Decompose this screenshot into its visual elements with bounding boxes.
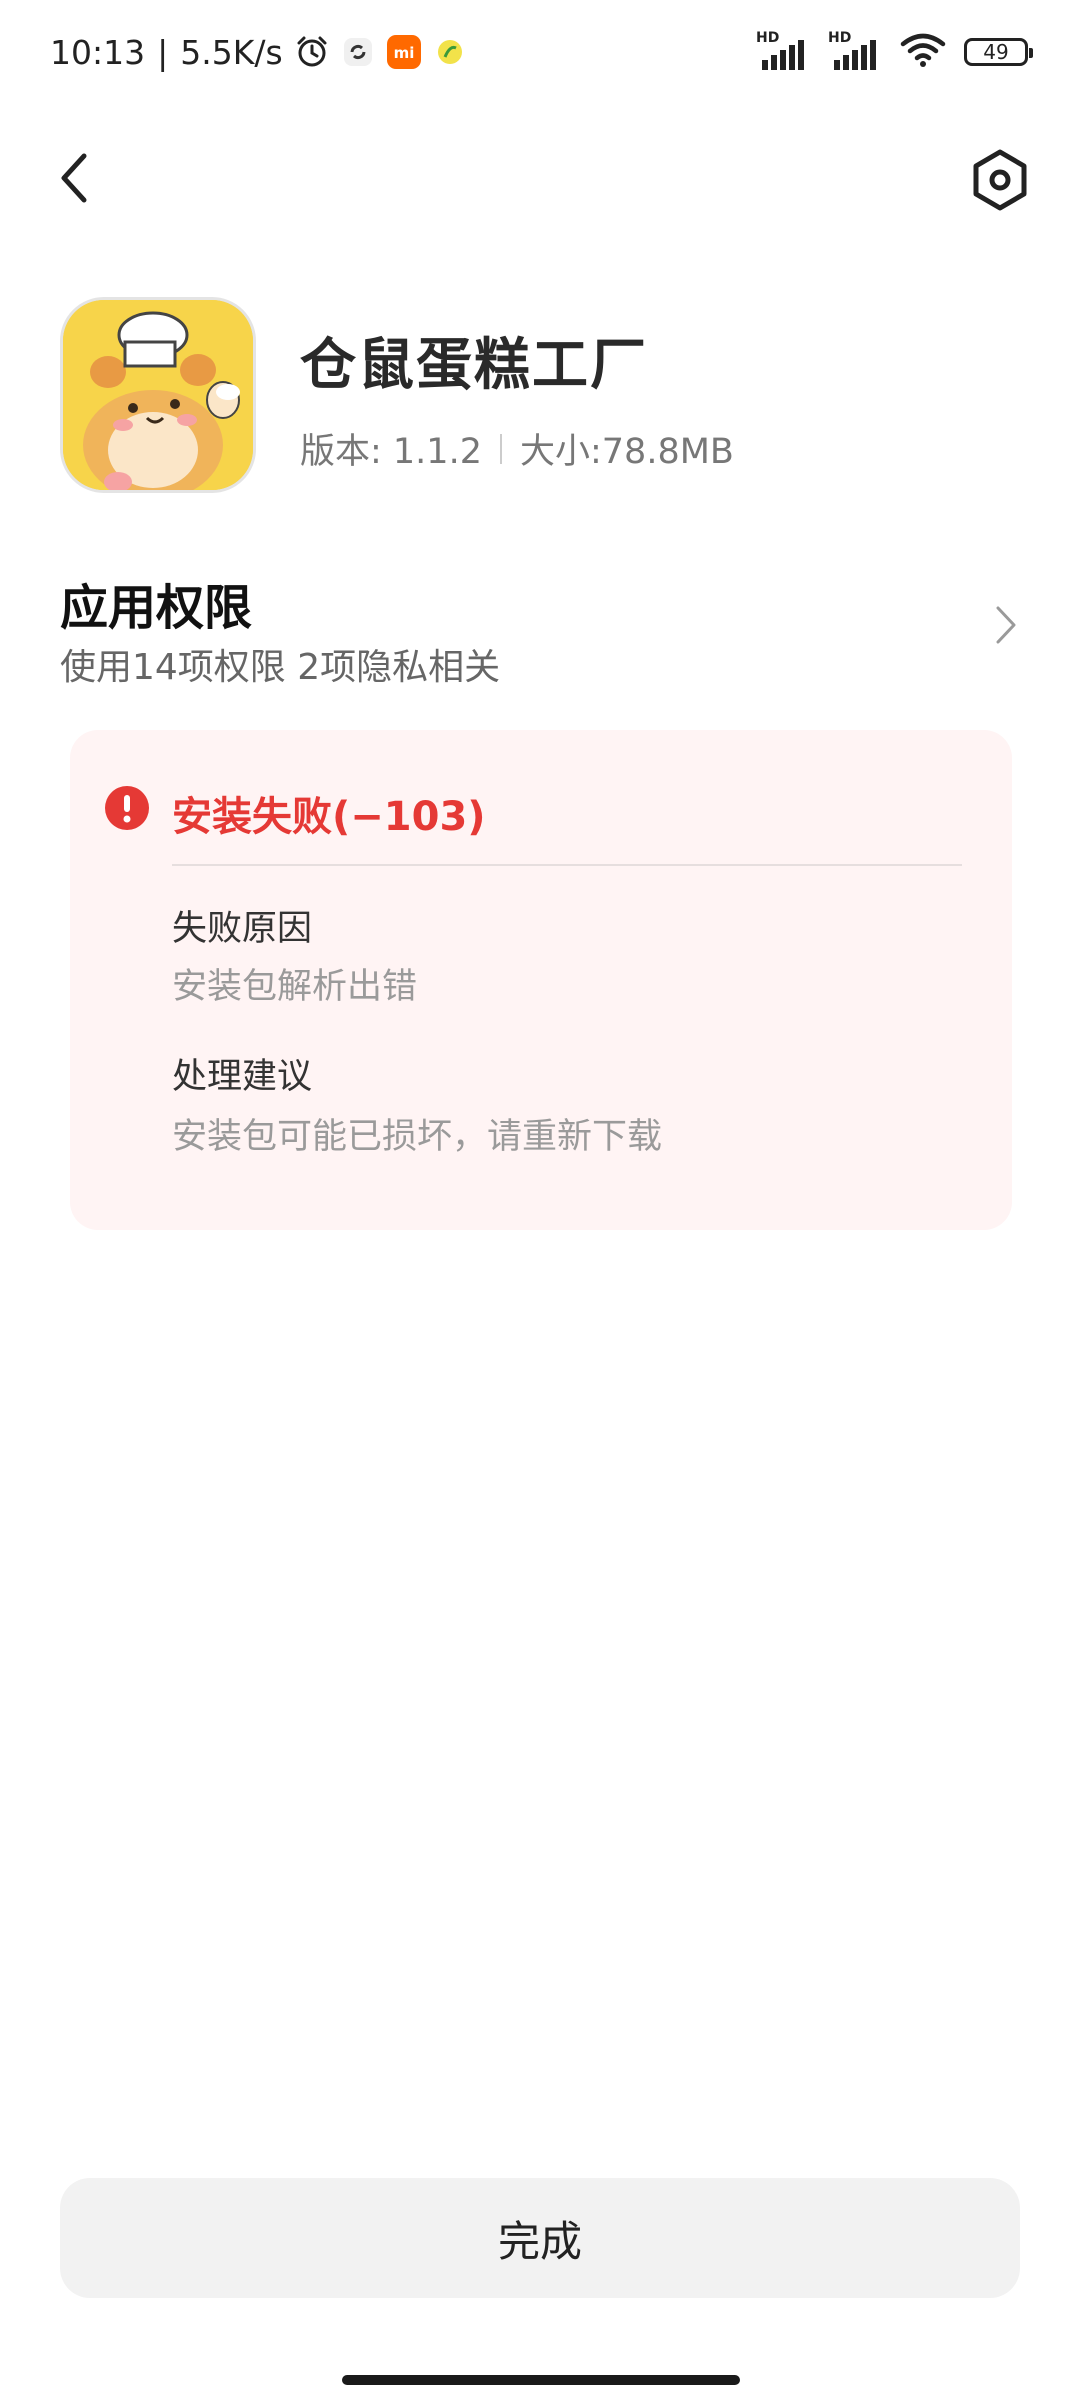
back-button[interactable] (50, 148, 100, 208)
app-name: 仓鼠蛋糕工厂 (300, 333, 648, 398)
done-button-label: 完成 (497, 2216, 582, 2266)
wifi-icon (900, 32, 946, 72)
status-separator: | (157, 32, 169, 72)
suggestion-value: 安装包可能已损坏，请重新下载 (172, 1117, 663, 1157)
hamster-chef-app-icon (60, 297, 256, 493)
permissions-summary: 使用14项权限 2项隐私相关 (60, 647, 501, 688)
error-icon (104, 785, 150, 831)
home-indicator[interactable] (342, 2375, 740, 2385)
app-size: 大小:78.8MB (519, 432, 734, 472)
chevron-left-icon (61, 153, 87, 203)
signal-icon: HD (828, 30, 882, 72)
battery-level: 49 (983, 40, 1009, 64)
settings-button[interactable] (970, 148, 1030, 212)
app-meta: 版本: 1.1.2 大小:78.8MB (300, 423, 734, 474)
error-title: 安装失败(−103) (172, 794, 486, 840)
failure-reason-label: 失败原因 (172, 909, 313, 949)
permissions-title: 应用权限 (60, 580, 253, 636)
chevron-right-icon (990, 600, 1020, 650)
status-bar-right: HD HD 49 (756, 28, 1033, 76)
signal-icon: HD (756, 30, 810, 72)
hexagon-settings-icon (973, 149, 1027, 211)
mi-app-icon: mi (386, 35, 421, 69)
failure-reason-value: 安装包解析出错 (172, 967, 418, 1007)
network-speed: 5.5K/s (180, 32, 283, 72)
sync-icon (341, 35, 375, 69)
mi-badge-text: mi (393, 44, 414, 62)
app-version: 版本: 1.1.2 (300, 432, 482, 472)
lemon-app-icon (433, 35, 467, 69)
done-button[interactable]: 完成 (60, 2178, 1020, 2298)
status-bar-left: 10:13 | 5.5K/s mi (50, 28, 467, 76)
error-divider (172, 864, 962, 866)
meta-divider (499, 433, 502, 464)
status-time: 10:13 (50, 32, 146, 72)
suggestion-label: 处理建议 (172, 1057, 313, 1097)
battery-icon: 49 (964, 38, 1033, 66)
alarm-icon (295, 35, 329, 69)
